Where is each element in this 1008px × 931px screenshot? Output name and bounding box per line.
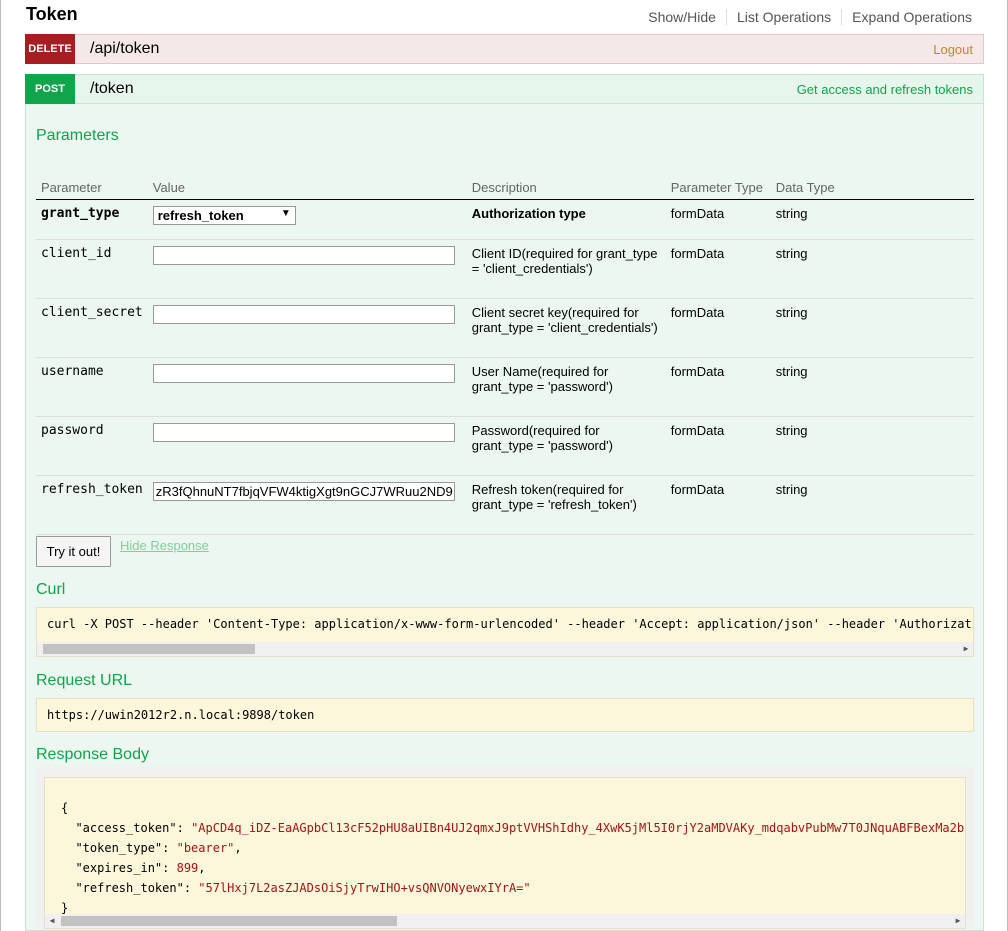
password-input[interactable]: [152, 423, 455, 442]
data-type: string: [770, 199, 974, 240]
scroll-right-arrow-icon[interactable]: ▶: [959, 642, 973, 656]
method-badge-delete[interactable]: DELETE: [25, 34, 75, 64]
json-key: "refresh_token": [75, 881, 184, 895]
json-sep: ,: [198, 861, 206, 875]
grant-type-selected: refresh_token: [157, 208, 244, 223]
post-operation-heading[interactable]: POST /token Get access and refresh token…: [25, 74, 984, 104]
parameters-title: Parameters: [36, 127, 119, 144]
expand-operations-link[interactable]: Expand Operations: [842, 9, 972, 25]
request-url-box: https://uwin2012r2.n.local:9898/token: [36, 698, 974, 732]
parameter-type: formData: [665, 475, 771, 535]
json-value: 899: [176, 861, 199, 875]
parameter-type: formData: [665, 357, 771, 417]
parameter-row-username: username User Name(required for grant_ty…: [36, 357, 974, 417]
operation-path[interactable]: /api/token: [90, 40, 159, 58]
json-brace: }: [61, 901, 69, 915]
column-header: Parameter: [36, 176, 148, 200]
scroll-right-arrow-icon[interactable]: ▶: [951, 914, 965, 928]
parameter-description: Client ID(required for grant_type = 'cli…: [466, 239, 666, 299]
response-scrollbar[interactable]: ◀ ▶: [45, 914, 965, 928]
json-brace: {: [61, 801, 69, 815]
curl-box: curl -X POST --header 'Content-Type: app…: [36, 607, 974, 657]
list-operations-link[interactable]: List Operations: [727, 9, 843, 25]
curl-title: Curl: [36, 581, 66, 598]
parameter-name: refresh_token: [36, 475, 148, 535]
delete-operation-heading[interactable]: DELETE /api/token Logout: [25, 34, 984, 64]
parameter-row-grant-type: grant_type refresh_token ▼ Authorization…: [36, 199, 974, 240]
parameter-description: User Name(required for grant_type = 'pas…: [466, 357, 666, 417]
method-badge-post[interactable]: POST: [25, 74, 75, 104]
parameter-type: formData: [665, 199, 771, 240]
column-header: Description: [466, 176, 666, 200]
operation-content: Parameters Parameter Value Description P…: [25, 104, 984, 931]
data-type: string: [770, 357, 974, 417]
data-type: string: [770, 298, 974, 358]
parameter-row-password: password Password(required for grant_typ…: [36, 416, 974, 476]
response-body-title: Response Body: [36, 746, 149, 763]
parameter-description: Password(required for grant_type = 'pass…: [466, 416, 666, 476]
parameter-type: formData: [665, 298, 771, 358]
parameter-description: Refresh token(required for grant_type = …: [466, 475, 666, 535]
refresh-token-input[interactable]: zR3fQhnuNT7fbjqVFW4ktigXgt9nGCJ7WRuu2ND9: [152, 482, 455, 501]
grant-type-select[interactable]: refresh_token ▼: [152, 206, 296, 225]
operation-path[interactable]: /token: [90, 80, 134, 98]
curl-command: curl -X POST --header 'Content-Type: app…: [47, 617, 974, 631]
resource-title[interactable]: Token: [26, 4, 78, 25]
json-key: "expires_in": [75, 861, 163, 875]
response-body-container: { "access_token": "ApCD4q_iDZ-EaAGpbCl13…: [36, 767, 974, 929]
post-operation: POST /token Get access and refresh token…: [25, 74, 984, 931]
username-input[interactable]: [152, 364, 455, 383]
column-header: Data Type: [770, 176, 974, 200]
parameter-row-client-secret: client_secret Client secret key(required…: [36, 298, 974, 358]
parameter-description: Authorization type: [466, 199, 666, 240]
client-secret-input[interactable]: [152, 305, 455, 324]
scroll-left-arrow-icon[interactable]: ◀: [45, 914, 59, 928]
request-url-title: Request URL: [36, 672, 133, 689]
parameter-row-client-id: client_id Client ID(required for grant_t…: [36, 239, 974, 299]
dropdown-arrow-icon: ▼: [280, 208, 291, 219]
parameter-row-refresh-token: refresh_token zR3fQhnuNT7fbjqVFW4ktigXgt…: [36, 475, 974, 535]
resource-ops: Show/Hide List Operations Expand Operati…: [638, 9, 972, 25]
logout-link[interactable]: Logout: [933, 42, 973, 57]
response-body-box: { "access_token": "ApCD4q_iDZ-EaAGpbCl13…: [44, 777, 966, 929]
parameter-name: grant_type: [36, 199, 148, 240]
json-key: "access_token": [75, 821, 177, 835]
data-type: string: [770, 416, 974, 476]
try-it-out-button[interactable]: Try it out!: [36, 536, 111, 567]
scroll-thumb[interactable]: [43, 644, 255, 654]
parameter-description: Client secret key(required for grant_typ…: [466, 298, 666, 358]
parameter-name: username: [36, 357, 148, 417]
client-id-input[interactable]: [152, 246, 455, 265]
parameter-name: password: [36, 416, 148, 476]
parameter-name: client_id: [36, 239, 148, 299]
request-url-value: https://uwin2012r2.n.local:9898/token: [47, 708, 315, 722]
response-json: { "access_token": "ApCD4q_iDZ-EaAGpbCl13…: [61, 798, 966, 918]
curl-scrollbar[interactable]: ▶: [37, 642, 973, 656]
operation-summary[interactable]: Get access and refresh tokens: [797, 82, 973, 97]
column-header: Parameter Type: [665, 176, 771, 200]
json-sep: ,: [234, 841, 242, 855]
resource-header: Token Show/Hide List Operations Expand O…: [26, 0, 982, 32]
hide-response-link[interactable]: Hide Response: [120, 538, 209, 553]
json-value: "57lHxj7L2asZJADsOiSjyTrwIHO+vsQNVONyewx…: [198, 881, 531, 895]
delete-operation: DELETE /api/token Logout: [25, 34, 984, 64]
column-header: Value: [147, 176, 467, 200]
parameters-table: Parameter Value Description Parameter Ty…: [36, 176, 974, 535]
data-type: string: [770, 475, 974, 535]
scroll-thumb[interactable]: [61, 916, 397, 926]
data-type: string: [770, 239, 974, 299]
parameter-type: formData: [665, 416, 771, 476]
parameter-type: formData: [665, 239, 771, 299]
parameter-name: client_secret: [36, 298, 148, 358]
json-value: "ApCD4q_iDZ-EaAGpbCl13cF52pHU8aUIBn4UJ2q…: [191, 821, 966, 835]
json-value: "bearer": [176, 841, 235, 855]
json-key: "token_type": [75, 841, 163, 855]
show-hide-link[interactable]: Show/Hide: [638, 9, 727, 25]
